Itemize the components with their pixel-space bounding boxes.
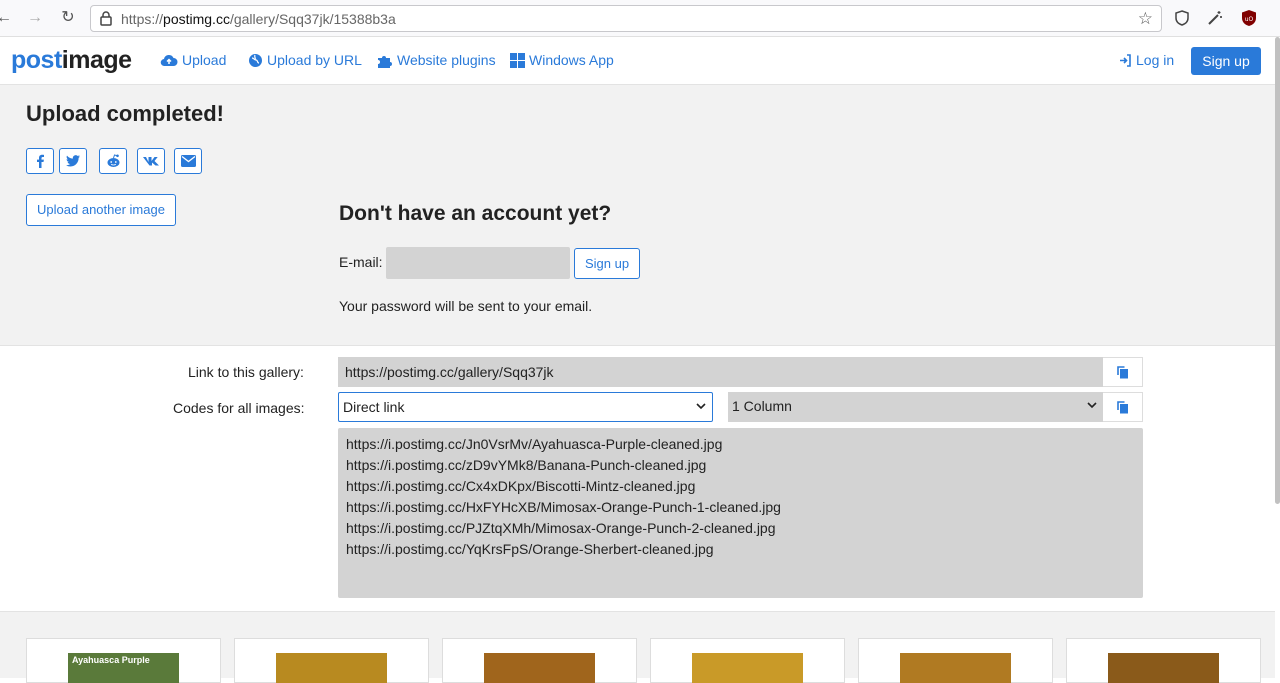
share-facebook-button[interactable] [26, 148, 54, 174]
copy-icon [1116, 365, 1128, 378]
thumbnail-image[interactable] [692, 653, 803, 683]
sign-in-icon [1120, 53, 1131, 67]
share-email-button[interactable] [174, 148, 202, 174]
copy-codes-button[interactable] [1103, 392, 1143, 422]
thumbnail-image[interactable] [900, 653, 1011, 683]
share-reddit-button[interactable] [99, 148, 127, 174]
email-field[interactable] [386, 247, 570, 279]
puzzle-icon [378, 55, 392, 68]
thumbnail-card[interactable]: Ayahuasca Purple [26, 638, 221, 683]
thumbnail-image[interactable] [484, 653, 595, 683]
thumbnail-gallery: Ayahuasca Purple [0, 612, 1275, 683]
email-label: E-mail: [339, 254, 383, 270]
bookmark-star-icon[interactable]: ☆ [1138, 9, 1153, 29]
code-type-value: Direct link [343, 399, 405, 415]
windows-icon [510, 52, 525, 68]
columns-value: 1 Column [732, 398, 792, 414]
nav-upload[interactable]: Upload [160, 52, 226, 68]
code-line: https://i.postimg.cc/Jn0VsrMv/Ayahuasca-… [346, 436, 723, 452]
gallery-link-label: Link to this gallery: [188, 364, 304, 380]
thumbnail-card[interactable] [234, 638, 429, 683]
share-twitter-button[interactable] [59, 148, 87, 174]
login-label: Log in [1136, 52, 1175, 68]
share-vk-button[interactable] [137, 148, 165, 174]
code-line: https://i.postimg.cc/zD9vYMk8/Banana-Pun… [346, 457, 707, 473]
page-scrollbar[interactable] [1275, 37, 1280, 504]
nav-upload-label: Upload [182, 52, 227, 68]
nav-windows-app[interactable]: Windows App [510, 52, 614, 68]
vk-icon [143, 157, 159, 166]
code-line: https://i.postimg.cc/Cx4xDKpx/Biscotti-M… [346, 478, 696, 494]
postimage-logo[interactable]: postimage [11, 46, 132, 75]
codes-label: Codes for all images: [173, 400, 305, 416]
code-line: https://i.postimg.cc/HxFYHcXB/Mimosax-Or… [346, 499, 781, 515]
thumbnail-image[interactable]: Ayahuasca Purple [68, 653, 179, 683]
address-bar[interactable]: https://postimg.cc/gallery/Sqq37jk/15388… [90, 5, 1162, 32]
links-section: Link to this gallery: https://postimg.cc… [0, 346, 1275, 612]
forward-icon[interactable]: → [25, 8, 45, 28]
upload-completed-section: Upload completed! Upload another image D… [0, 85, 1275, 346]
url-text: https://postimg.cc/gallery/Sqq37jk/15388… [121, 11, 396, 27]
chevron-down-icon [1087, 392, 1097, 429]
envelope-icon [180, 155, 196, 167]
thumbnail-image[interactable] [276, 653, 387, 683]
nav-windows-app-label: Windows App [529, 52, 614, 68]
thumbnail-card[interactable] [442, 638, 637, 683]
upload-another-button[interactable]: Upload another image [26, 194, 176, 226]
twitter-icon [66, 155, 80, 167]
page-title: Upload completed! [26, 101, 225, 126]
thumbnail-card[interactable] [858, 638, 1053, 683]
nav-upload-by-url-label: Upload by URL [267, 52, 362, 68]
codes-textarea[interactable]: https://i.postimg.cc/Jn0VsrMv/Ayahuasca-… [338, 428, 1143, 598]
shield-icon[interactable] [1173, 9, 1191, 27]
columns-select[interactable]: 1 Column [728, 392, 1103, 422]
facebook-icon [37, 154, 44, 168]
nav-website-plugins-label: Website plugins [397, 52, 496, 68]
thumbnail-image[interactable] [1108, 653, 1219, 683]
chevron-down-icon [696, 393, 706, 430]
signup-button[interactable]: Sign up [574, 248, 640, 279]
login-link[interactable]: Log in [1119, 52, 1174, 68]
reddit-icon [107, 154, 119, 167]
account-heading: Don't have an account yet? [339, 202, 612, 225]
thumbnail-card[interactable] [650, 638, 845, 683]
reload-icon[interactable]: ↻ [58, 8, 78, 28]
nav-upload-by-url[interactable]: Upload by URL [248, 52, 362, 68]
copy-icon [1116, 400, 1128, 413]
ublock-icon[interactable]: uO [1240, 9, 1258, 27]
cloud-upload-icon [160, 54, 178, 67]
thumbnail-caption: Ayahuasca Purple [72, 655, 150, 665]
magic-wand-icon[interactable] [1206, 9, 1224, 27]
globe-icon [249, 53, 262, 67]
back-icon[interactable]: ← [0, 8, 14, 28]
svg-text:uO: uO [1245, 16, 1254, 23]
code-line: https://i.postimg.cc/YqKrsFpS/Orange-She… [346, 541, 714, 557]
browser-toolbar: ← → ↻ https://postimg.cc/gallery/Sqq37jk… [0, 0, 1280, 37]
site-header: postimage Upload Upload by URL Website p… [0, 37, 1275, 85]
gallery-url-field[interactable]: https://postimg.cc/gallery/Sqq37jk [338, 357, 1103, 387]
code-line: https://i.postimg.cc/PJZtqXMh/Mimosax-Or… [346, 520, 776, 536]
copy-gallery-link-button[interactable] [1103, 357, 1143, 387]
lock-icon [100, 11, 112, 26]
thumbnail-card[interactable] [1066, 638, 1261, 683]
password-note: Your password will be sent to your email… [339, 298, 593, 314]
header-signup-button[interactable]: Sign up [1191, 47, 1261, 75]
code-type-select[interactable]: Direct link [338, 392, 713, 422]
nav-website-plugins[interactable]: Website plugins [377, 52, 496, 68]
